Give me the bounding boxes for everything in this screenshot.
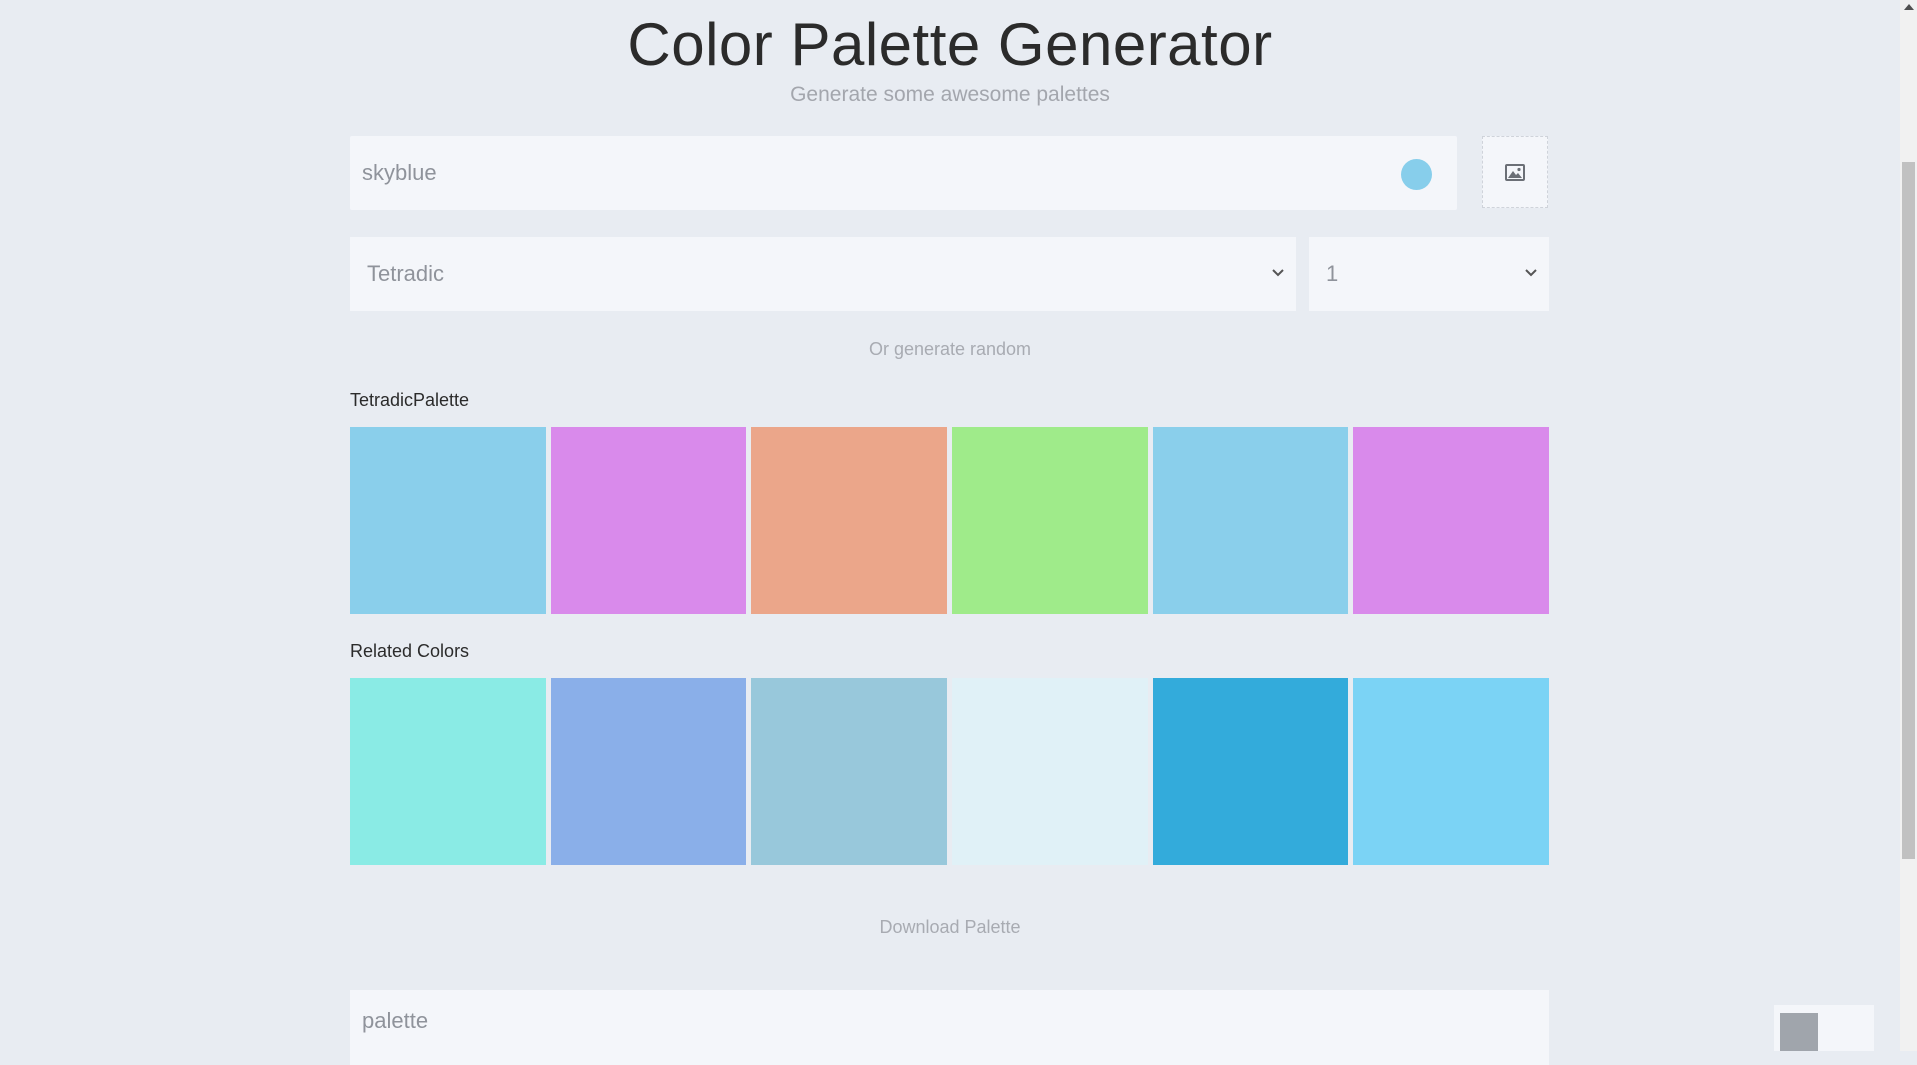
palette-swatch-3[interactable] — [751, 427, 948, 614]
count-select-value: 1 — [1326, 261, 1339, 286]
palette-name-value: palette — [362, 1008, 429, 1033]
count-select[interactable]: 1 — [1309, 237, 1549, 311]
download-palette-link[interactable]: Download Palette — [0, 917, 1900, 938]
image-upload-button[interactable] — [1482, 136, 1548, 208]
scheme-select[interactable]: Tetradic — [350, 237, 1296, 311]
palette-name-field[interactable]: palette — [350, 990, 1549, 1065]
vertical-scrollbar[interactable] — [1900, 0, 1917, 1051]
corner-square[interactable] — [1780, 1013, 1818, 1051]
scheme-select-value: Tetradic — [367, 261, 445, 286]
palette-swatches — [350, 427, 1550, 614]
color-input[interactable] — [350, 136, 1362, 210]
related-colors-label: Related Colors — [350, 641, 470, 661]
related-swatch-1[interactable] — [350, 678, 546, 865]
chevron-down-icon — [1525, 269, 1537, 277]
page-title: Color Palette Generator — [627, 11, 1273, 78]
chevron-down-icon — [1272, 269, 1284, 277]
color-input-container — [350, 136, 1457, 210]
scroll-up-arrow-icon[interactable] — [1904, 4, 1914, 10]
related-swatch-3[interactable] — [751, 678, 948, 865]
related-swatch-4[interactable] — [952, 678, 1148, 865]
related-swatch-2[interactable] — [550, 678, 747, 865]
related-swatch-6[interactable] — [1353, 678, 1550, 865]
palette-label: TetradicPalette — [350, 390, 470, 410]
palette-swatch-4[interactable] — [952, 427, 1148, 614]
scrollbar-thumb[interactable] — [1902, 162, 1915, 859]
image-icon — [1505, 163, 1525, 181]
color-preview-dot[interactable] — [1401, 159, 1432, 190]
corner-widget — [1774, 1005, 1874, 1051]
palette-swatch-6[interactable] — [1353, 427, 1550, 614]
palette-swatch-5[interactable] — [1152, 427, 1349, 614]
palette-swatch-2[interactable] — [550, 427, 747, 614]
related-swatch-5[interactable] — [1152, 678, 1349, 865]
related-swatches — [350, 678, 1550, 865]
generate-random-link[interactable]: Or generate random — [0, 339, 1900, 360]
palette-swatch-1[interactable] — [350, 427, 546, 614]
page-subtitle: Generate some awesome palettes — [790, 83, 1110, 106]
